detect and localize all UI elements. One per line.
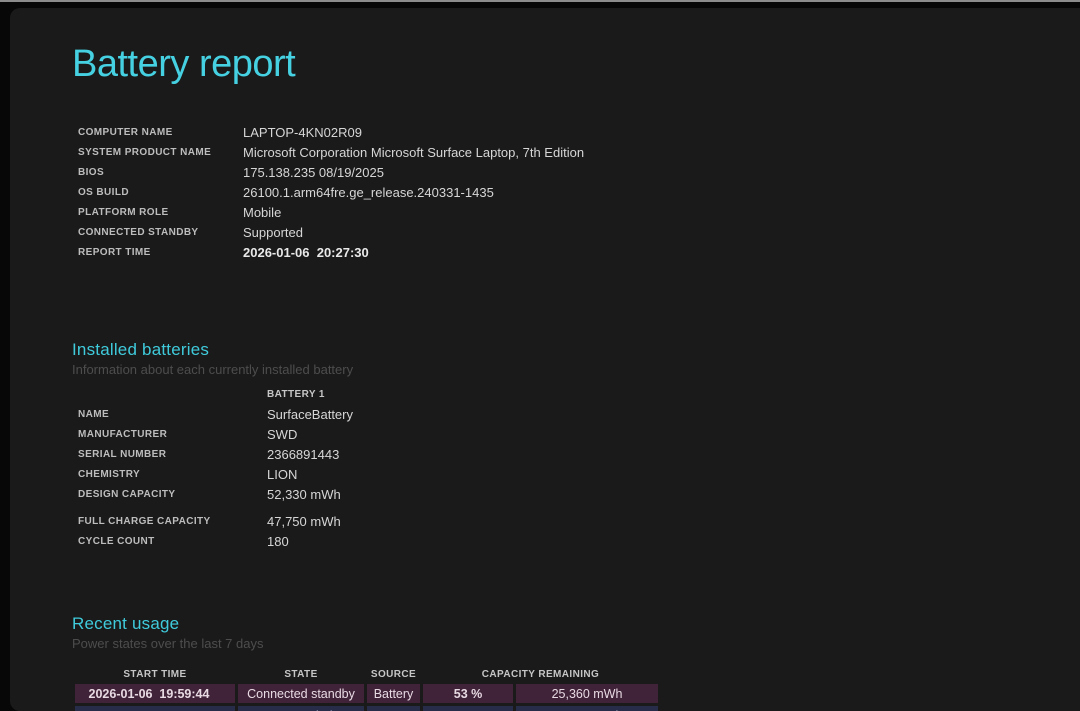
section-heading-recent-usage: Recent usage (72, 613, 1080, 635)
battery-info-row: CHEMISTRY LION (78, 465, 1080, 485)
battery-info-value: 47,750 mWh (267, 512, 1080, 532)
battery-info-value: SurfaceBattery (267, 405, 1080, 425)
system-info-value: Mobile (243, 203, 1080, 223)
battery-column-header: BATTERY 1 (267, 385, 1080, 405)
system-info-label: CONNECTED STANDBY (78, 223, 243, 243)
battery-info-row: CYCLE COUNT 180 (78, 532, 1080, 552)
system-info-value: 2026-01-06 20:27:30 (243, 243, 1080, 263)
battery-info-value: 2366891443 (267, 445, 1080, 465)
system-info-label: OS BUILD (78, 183, 243, 203)
column-header-source: SOURCE (367, 668, 420, 681)
battery-info-value: 180 (267, 532, 1080, 552)
section-subtitle-recent-usage: Power states over the last 7 days (72, 635, 1080, 652)
system-info-row: BIOS 175.138.235 08/19/2025 (78, 163, 1080, 183)
section-heading-installed-batteries: Installed batteries (72, 339, 1080, 361)
battery-info-value: LION (267, 465, 1080, 485)
cell-capacity-percent: 53 % (423, 684, 513, 703)
system-info-label: SYSTEM PRODUCT NAME (78, 143, 243, 163)
battery-report-page: Battery report COMPUTER NAME LAPTOP-4KN0… (10, 8, 1080, 711)
recent-usage-table: START TIME STATE SOURCE CAPACITY REMAINI… (72, 665, 661, 711)
page-title: Battery report (72, 40, 1080, 88)
system-info-label: PLATFORM ROLE (78, 203, 243, 223)
system-info-row: REPORT TIME 2026-01-06 20:27:30 (78, 243, 1080, 263)
cell-capacity-mwh: 25,360 mWh (516, 706, 658, 711)
battery-info-label: DESIGN CAPACITY (78, 485, 267, 505)
battery-info-row: MANUFACTURER SWD (78, 425, 1080, 445)
cell-state: Suspended (238, 706, 364, 711)
system-info-row: SYSTEM PRODUCT NAME Microsoft Corporatio… (78, 143, 1080, 163)
cell-start-time: 2026-01-06 19:59:44 (75, 684, 235, 703)
system-info-row: PLATFORM ROLE Mobile (78, 203, 1080, 223)
battery-info-label: FULL CHARGE CAPACITY (78, 512, 267, 532)
battery-info-row: FULL CHARGE CAPACITY 47,750 mWh (78, 512, 1080, 532)
cell-start-time: 19:59:44 (75, 706, 235, 711)
cell-capacity-percent: 53 % (423, 706, 513, 711)
column-header-capacity-remaining: CAPACITY REMAINING (423, 668, 658, 681)
recent-usage-row: 2026-01-06 19:59:44 Connected standby Ba… (75, 684, 658, 703)
system-info-row: COMPUTER NAME LAPTOP-4KN02R09 (78, 123, 1080, 143)
battery-info-label: NAME (78, 405, 267, 425)
battery-info-row: SERIAL NUMBER 2366891443 (78, 445, 1080, 465)
system-info-value: Microsoft Corporation Microsoft Surface … (243, 143, 1080, 163)
recent-usage-header: START TIME STATE SOURCE CAPACITY REMAINI… (75, 668, 658, 681)
system-info-value: 175.138.235 08/19/2025 (243, 163, 1080, 183)
system-info-value: LAPTOP-4KN02R09 (243, 123, 1080, 143)
cell-state: Connected standby (238, 684, 364, 703)
system-info-label: COMPUTER NAME (78, 123, 243, 143)
cell-source (367, 706, 420, 711)
battery-info-value: SWD (267, 425, 1080, 445)
battery-info-label: CHEMISTRY (78, 465, 267, 485)
battery-info-table: BATTERY 1 NAME SurfaceBattery MANUFACTUR… (78, 385, 1080, 552)
column-header-start-time: START TIME (75, 668, 235, 681)
recent-usage-row: 19:59:44 Suspended 53 % 25,360 mWh (75, 706, 658, 711)
system-info-row: OS BUILD 26100.1.arm64fre.ge_release.240… (78, 183, 1080, 203)
system-info-value: 26100.1.arm64fre.ge_release.240331-1435 (243, 183, 1080, 203)
battery-info-value: 52,330 mWh (267, 485, 1080, 505)
battery-info-label: CYCLE COUNT (78, 532, 267, 552)
section-subtitle-installed-batteries: Information about each currently install… (72, 361, 1080, 378)
system-info-row: CONNECTED STANDBY Supported (78, 223, 1080, 243)
system-info-label: REPORT TIME (78, 243, 243, 263)
battery-info-label: SERIAL NUMBER (78, 445, 267, 465)
battery-info-row: NAME SurfaceBattery (78, 405, 1080, 425)
battery-info-label: MANUFACTURER (78, 425, 267, 445)
system-info-label: BIOS (78, 163, 243, 183)
battery-info-rows: NAME SurfaceBattery MANUFACTURER SWD SER… (78, 405, 1080, 552)
screen-top-edge (0, 0, 1080, 2)
battery-info-row: DESIGN CAPACITY 52,330 mWh (78, 485, 1080, 505)
cell-source: Battery (367, 684, 420, 703)
system-info-value: Supported (243, 223, 1080, 243)
battery-column-header-row: BATTERY 1 (78, 385, 1080, 405)
column-header-state: STATE (238, 668, 364, 681)
cell-capacity-mwh: 25,360 mWh (516, 684, 658, 703)
recent-usage-body: 2026-01-06 19:59:44 Connected standby Ba… (75, 684, 658, 711)
recent-usage-header-row: START TIME STATE SOURCE CAPACITY REMAINI… (75, 668, 658, 681)
system-info-table: COMPUTER NAME LAPTOP-4KN02R09 SYSTEM PRO… (78, 123, 1080, 263)
